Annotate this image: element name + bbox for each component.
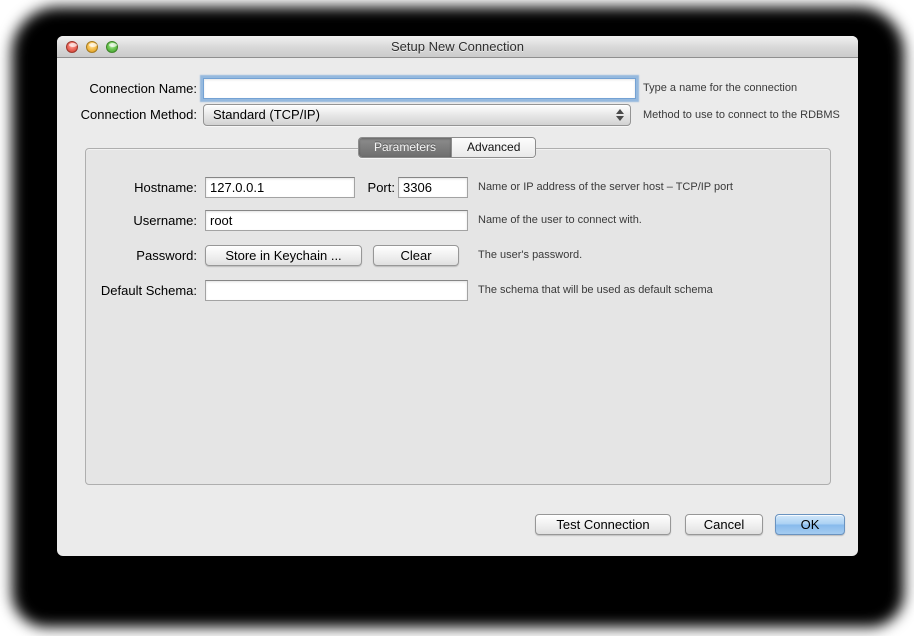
connection-method-dropdown[interactable]: Standard (TCP/IP): [203, 104, 631, 126]
hostname-label: Hostname:: [134, 180, 197, 195]
password-label: Password:: [136, 248, 197, 263]
connection-name-input[interactable]: [203, 78, 636, 99]
screenshot-stage: Setup New Connection Connection Name: Ty…: [0, 0, 914, 636]
tab-parameters[interactable]: Parameters: [359, 138, 452, 157]
port-label: Port:: [367, 180, 395, 195]
password-help: The user's password.: [478, 249, 583, 261]
username-input[interactable]: [205, 210, 468, 231]
tab-advanced[interactable]: Advanced: [451, 138, 536, 157]
default-schema-help: The schema that will be used as default …: [478, 284, 713, 296]
popup-stepper-icon: [615, 108, 624, 122]
username-help: Name of the user to connect with.: [478, 214, 642, 226]
parameters-group-box: [85, 148, 831, 485]
connection-method-label: Connection Method:: [80, 107, 197, 122]
hostname-help: Name or IP address of the server host – …: [478, 181, 733, 193]
default-schema-label: Default Schema:: [100, 283, 197, 298]
default-schema-input[interactable]: [205, 280, 468, 301]
title-bar[interactable]: Setup New Connection: [57, 36, 858, 58]
setup-new-connection-dialog: Setup New Connection Connection Name: Ty…: [57, 36, 858, 556]
tab-bar: Parameters Advanced: [358, 137, 537, 158]
clear-password-button[interactable]: Clear: [373, 245, 459, 266]
connection-name-label: Connection Name:: [89, 81, 197, 96]
username-label: Username:: [133, 213, 197, 228]
store-in-keychain-button[interactable]: Store in Keychain ...: [205, 245, 362, 266]
connection-name-help: Type a name for the connection: [643, 82, 798, 94]
hostname-input[interactable]: [205, 177, 355, 198]
ok-button[interactable]: OK: [775, 514, 845, 535]
test-connection-button[interactable]: Test Connection: [535, 514, 671, 535]
cancel-button[interactable]: Cancel: [685, 514, 763, 535]
connection-method-value: Standard (TCP/IP): [213, 107, 320, 122]
connection-method-help: Method to use to connect to the RDBMS: [643, 109, 840, 121]
port-input[interactable]: [398, 177, 468, 198]
window-title: Setup New Connection: [391, 39, 524, 54]
